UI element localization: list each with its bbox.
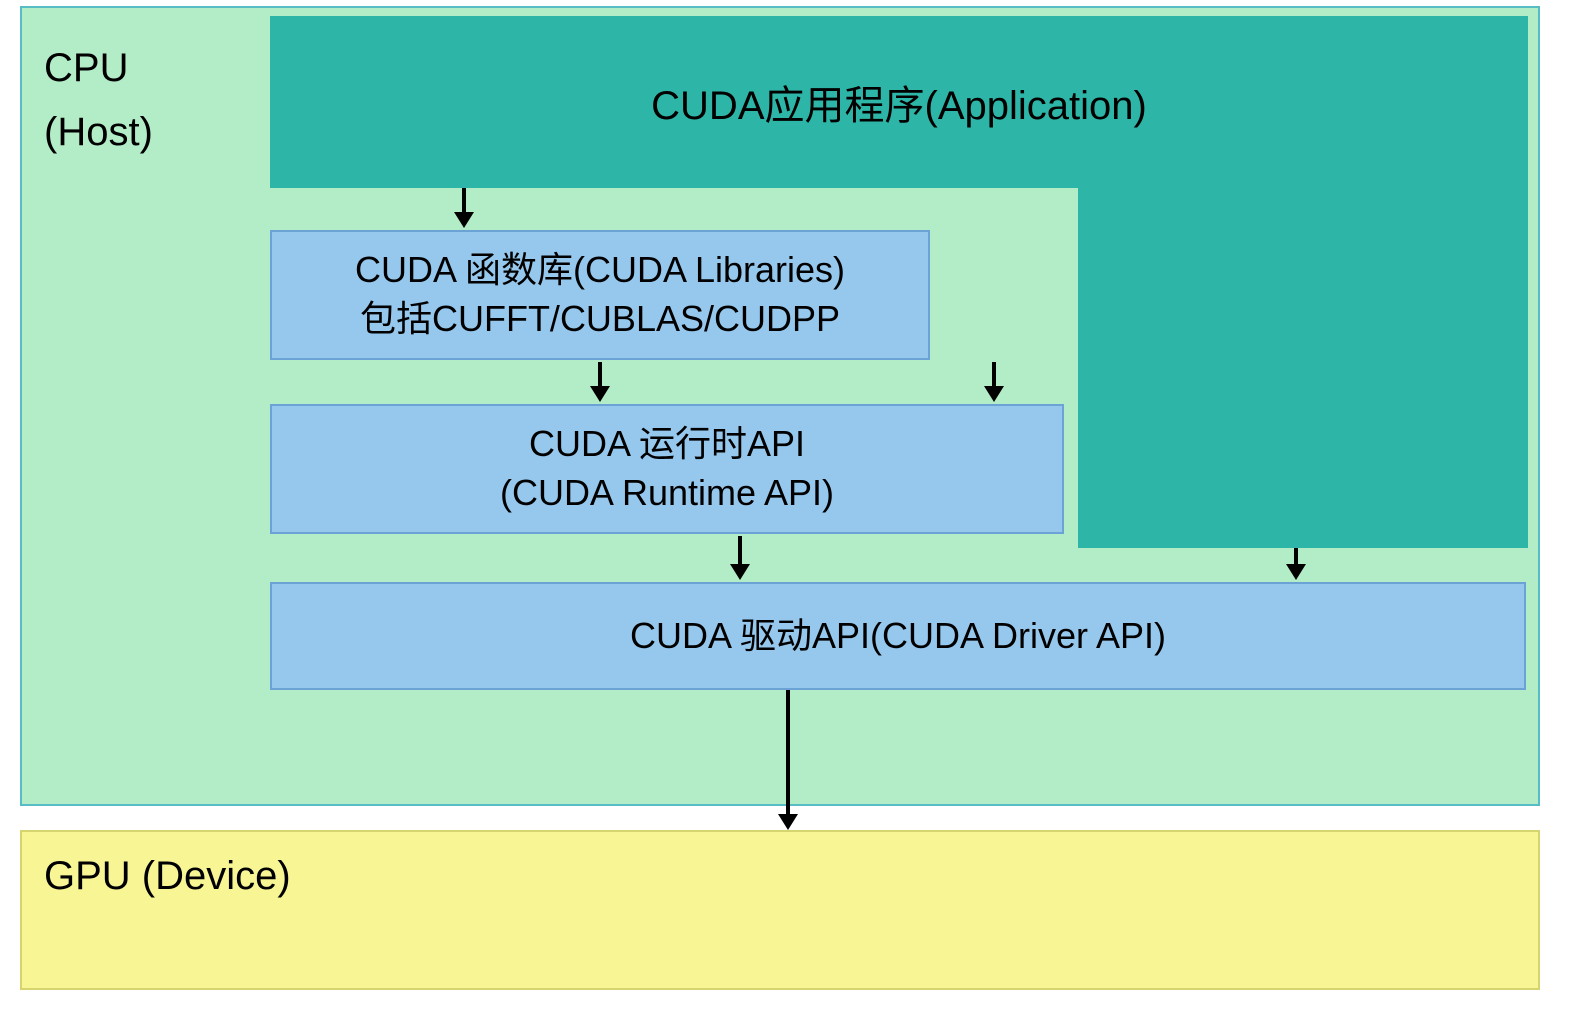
- arrow-head-icon: [778, 814, 798, 830]
- arrow-head-icon: [984, 386, 1004, 402]
- runtime-line1: CUDA 运行时API: [529, 420, 805, 469]
- cpu-label-line1: CPU: [44, 36, 153, 100]
- arrow-head-icon: [590, 386, 610, 402]
- driver-api-box: CUDA 驱动API(CUDA Driver API): [270, 582, 1526, 690]
- application-box-extension: [1078, 186, 1528, 548]
- gpu-label: GPU (Device): [44, 854, 291, 899]
- libraries-box: CUDA 函数库(CUDA Libraries) 包括CUFFT/CUBLAS/…: [270, 230, 930, 360]
- arrow-driver-to-gpu: [786, 690, 790, 818]
- arrow-head-icon: [454, 212, 474, 228]
- arrow-head-icon: [730, 564, 750, 580]
- cpu-label-line2: (Host): [44, 100, 153, 164]
- application-box: CUDA应用程序(Application): [270, 16, 1528, 188]
- libraries-line1: CUDA 函数库(CUDA Libraries): [355, 246, 845, 295]
- application-label: CUDA应用程序(Application): [651, 73, 1147, 131]
- cpu-label: CPU (Host): [44, 36, 153, 164]
- arrow-head-icon: [1286, 564, 1306, 580]
- driver-label: CUDA 驱动API(CUDA Driver API): [630, 612, 1166, 661]
- libraries-line2: 包括CUFFT/CUBLAS/CUDPP: [360, 295, 840, 344]
- runtime-line2: (CUDA Runtime API): [500, 469, 834, 518]
- gpu-device-container: GPU (Device): [20, 830, 1540, 990]
- cpu-host-container: CPU (Host) CUDA应用程序(Application) CUDA 函数…: [20, 6, 1540, 806]
- runtime-api-box: CUDA 运行时API (CUDA Runtime API): [270, 404, 1064, 534]
